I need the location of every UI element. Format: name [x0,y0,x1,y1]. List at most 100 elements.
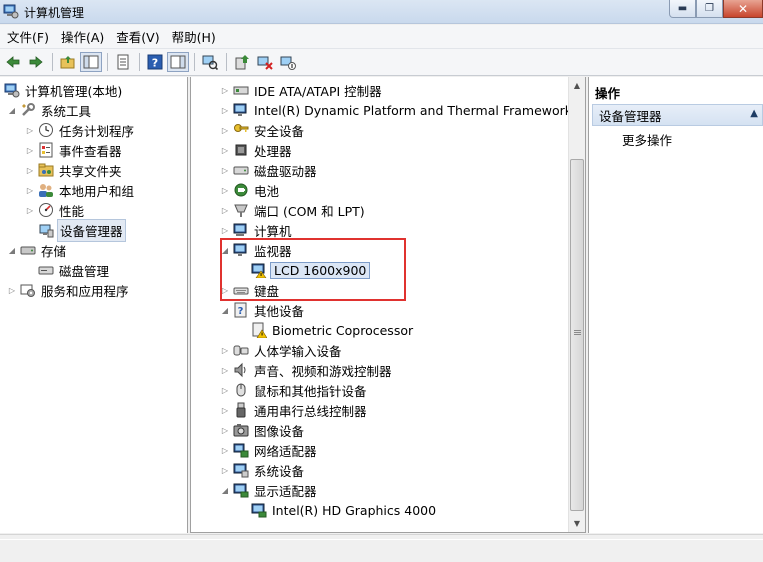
expand-arrow-icon[interactable]: ▷ [219,284,231,296]
device-category-ide[interactable]: ▷ IDE ATA/ATAPI 控制器 [219,80,384,100]
tree-item-shared-folders[interactable]: ▷ 共享文件夹 [24,160,124,180]
display-adapter-icon [233,483,249,498]
device-category-other-devices[interactable]: ◢ ? 其他设备 [219,300,306,320]
expand-arrow-icon[interactable]: ▷ [219,204,231,216]
tree-item-services-applications[interactable]: ▷ 服务和应用程序 [6,280,131,300]
expand-arrow-icon[interactable]: ▷ [219,364,231,376]
show-hide-console-tree-button[interactable] [80,52,102,72]
menu-view[interactable]: 查看(V) [111,27,164,46]
device-manager-icon [39,224,54,238]
expand-arrow-icon[interactable]: ▷ [219,124,231,136]
expand-arrow-icon[interactable]: ▷ [219,184,231,196]
device-category-system-devices[interactable]: ▷ 系统设备 [219,460,306,480]
device-lcd-1600x900[interactable]: LCD 1600x900 [237,260,371,280]
tree-item-device-manager[interactable]: 设备管理器 [24,218,126,242]
expand-arrow-icon[interactable]: ▷ [24,184,36,196]
device-category-network[interactable]: ▷ 网络适配器 [219,440,319,460]
mouse-icon [236,383,246,397]
device-category-battery[interactable]: ▷ 电池 [219,180,281,200]
expand-arrow-icon[interactable]: ▷ [24,124,36,136]
uninstall-device-button[interactable] [254,52,276,72]
toolbar-separator [107,53,108,71]
device-intel-hd-graphics-4000[interactable]: Intel(R) HD Graphics 4000 [237,500,438,520]
expand-arrow-icon[interactable]: ▷ [219,164,231,176]
device-category-computer[interactable]: ▷ 计算机 [219,220,294,240]
expand-arrow-icon[interactable]: ▷ [219,344,231,356]
device-category-intel-dptf[interactable]: ▷ Intel(R) Dynamic Platform and Thermal … [219,100,574,120]
tree-item-disk-management[interactable]: 磁盘管理 [24,260,111,280]
collapse-caret-icon[interactable]: ▲ [750,108,758,119]
expand-arrow-icon[interactable]: ▷ [219,424,231,436]
tree-item-task-scheduler[interactable]: ▷ 任务计划程序 [24,120,136,140]
collapse-arrow-icon[interactable]: ◢ [219,484,231,496]
expand-arrow-icon[interactable]: ▷ [24,144,36,156]
expand-arrow-icon[interactable]: ▷ [219,84,231,96]
maximize-button[interactable]: ❐ [696,0,723,18]
device-category-hid[interactable]: ▷ 人体学输入设备 [219,340,344,360]
device-category-keyboards[interactable]: ▷ 键盘 [219,280,281,300]
show-action-pane-button[interactable] [167,52,189,72]
tree-item-storage[interactable]: ◢ 存储 [6,240,68,260]
tree-item-system-tools[interactable]: ◢ 系统工具 [6,100,93,120]
scroll-down-arrow-icon[interactable]: ▼ [569,515,585,532]
menu-action[interactable]: 操作(A) [56,27,109,46]
tree-item-computer-management[interactable]: 计算机管理(本地) [2,80,124,100]
minimize-button[interactable]: ▬ [669,0,696,18]
device-category-processor[interactable]: ▷ 处理器 [219,140,294,160]
toolbar-separator [52,53,53,71]
forward-button[interactable] [25,52,47,72]
more-actions-link[interactable]: 更多操作 [622,130,672,149]
shared-folder-icon [38,163,54,177]
tree-item-label: 本地用户和组 [59,183,135,199]
help-button[interactable]: ? [144,52,166,72]
tree-item-local-users-groups[interactable]: ▷ 本地用户和组 [24,180,136,200]
expand-arrow-icon[interactable]: ▷ [219,224,231,236]
actions-section-device-manager[interactable]: 设备管理器 ▲ [592,104,763,126]
close-button[interactable]: ✕ [723,0,763,18]
clock-icon [39,123,53,137]
device-category-sound[interactable]: ▷ 声音、视频和游戏控制器 [219,360,394,380]
expand-arrow-icon[interactable]: ▷ [219,104,231,116]
menu-file[interactable]: 文件(F) [2,27,54,46]
expand-arrow-icon[interactable]: ▷ [24,204,36,216]
scrollbar-thumb[interactable] [570,159,584,511]
console-tree-icon [83,55,99,69]
device-category-security[interactable]: ▷ 安全设备 [219,120,306,140]
expand-arrow-icon[interactable]: ▷ [24,164,36,176]
device-label: Biometric Coprocessor [272,322,414,338]
expand-arrow-icon[interactable]: ▷ [219,144,231,156]
collapse-arrow-icon[interactable]: ◢ [219,244,231,256]
device-category-display-adapters[interactable]: ◢ 显示适配器 [219,480,319,500]
device-category-monitors[interactable]: ◢ 监视器 [219,240,294,260]
disk-drive-icon [233,166,249,175]
collapse-arrow-icon[interactable]: ◢ [6,244,18,256]
properties-button[interactable] [112,52,134,72]
up-level-button[interactable] [57,52,79,72]
back-button[interactable] [2,52,24,72]
properties-icon [117,54,129,70]
device-category-imaging[interactable]: ▷ 图像设备 [219,420,306,440]
update-driver-button[interactable] [231,52,253,72]
disable-device-button[interactable] [277,52,299,72]
expand-arrow-icon[interactable]: ▷ [219,464,231,476]
tree-item-performance[interactable]: ▷ 性能 [24,200,86,220]
vertical-scrollbar[interactable]: ▲ ▼ [568,77,585,532]
computer-icon [233,223,247,236]
svg-text:?: ? [152,57,158,70]
expand-arrow-icon[interactable]: ▷ [219,444,231,456]
expand-arrow-icon[interactable]: ▷ [219,404,231,416]
collapse-arrow-icon[interactable]: ◢ [6,104,18,116]
tree-item-event-viewer[interactable]: ▷ 事件查看器 [24,140,124,160]
scroll-up-arrow-icon[interactable]: ▲ [569,77,585,94]
tree-item-label: 事件查看器 [59,143,122,159]
device-category-mice[interactable]: ▷ 鼠标和其他指针设备 [219,380,369,400]
device-category-ports[interactable]: ▷ 端口 (COM 和 LPT) [219,200,367,220]
collapse-arrow-icon[interactable]: ◢ [219,304,231,316]
scan-hardware-button[interactable] [199,52,221,72]
device-category-disk-drives[interactable]: ▷ 磁盘驱动器 [219,160,319,180]
menu-help[interactable]: 帮助(H) [167,27,221,46]
device-biometric-coprocessor[interactable]: Biometric Coprocessor [237,320,415,340]
device-category-usb[interactable]: ▷ 通用串行总线控制器 [219,400,369,420]
expand-arrow-icon[interactable]: ▷ [219,384,231,396]
expand-arrow-icon[interactable]: ▷ [6,284,18,296]
